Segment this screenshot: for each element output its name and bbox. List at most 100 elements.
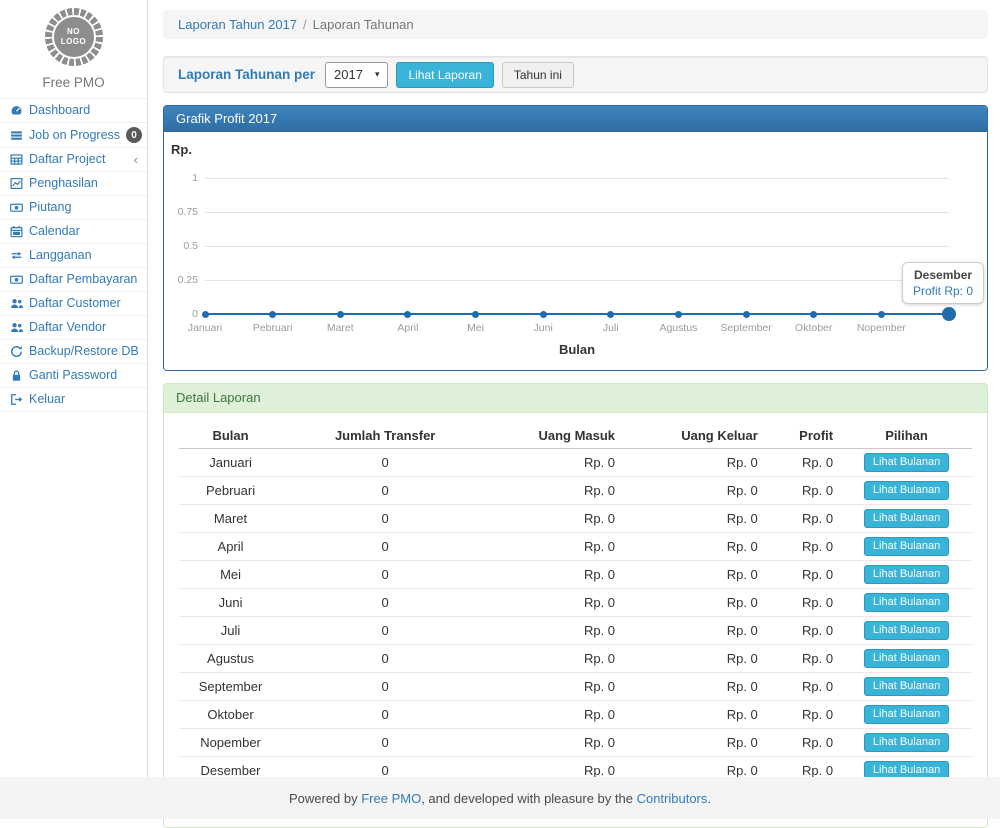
cell-uang_keluar: Rp. 0 (623, 617, 766, 645)
data-point-desember[interactable] (942, 307, 956, 321)
cell-uang_keluar: Rp. 0 (623, 477, 766, 505)
cell-profit: Rp. 0 (766, 589, 841, 617)
lihat-bulanan-button-april[interactable]: Lihat Bulanan (864, 537, 949, 556)
count-badge: 0 (126, 127, 142, 143)
cell-profit: Rp. 0 (766, 729, 841, 757)
cell-uang_masuk: Rp. 0 (488, 477, 623, 505)
sidebar-item-label: Job on Progress (29, 128, 120, 143)
sidebar-item-label: Daftar Project (29, 152, 105, 167)
cell-uang_keluar: Rp. 0 (623, 561, 766, 589)
sidebar-item-backup-restore-db[interactable]: Backup/Restore DB (0, 339, 147, 363)
report-filter-bar: Laporan Tahunan per 2017 ▾ Lihat Laporan… (163, 56, 988, 93)
sidebar-item-calendar[interactable]: Calendar (0, 219, 147, 243)
sidebar-item-daftar-pembayaran[interactable]: Daftar Pembayaran (0, 267, 147, 291)
year-select[interactable]: 2017 ▾ (325, 62, 388, 88)
cell-bulan: Nopember (179, 729, 282, 757)
data-point-agustus[interactable] (675, 311, 682, 318)
y-tick-label: 1 (164, 172, 198, 184)
sidebar-item-daftar-project[interactable]: Daftar Project‹ (0, 147, 147, 171)
sidebar-item-label: Daftar Customer (29, 296, 121, 311)
chart-panel-title: Grafik Profit 2017 (164, 106, 987, 132)
cell-pilihan: Lihat Bulanan (841, 533, 972, 561)
users-icon (9, 297, 23, 310)
lihat-bulanan-button-agustus[interactable]: Lihat Bulanan (864, 649, 949, 668)
cell-bulan: September (179, 673, 282, 701)
brand-name: Free PMO (0, 75, 147, 90)
y-axis-title: Rp. (171, 142, 192, 157)
table-icon (9, 153, 23, 166)
cell-uang_keluar: Rp. 0 (623, 701, 766, 729)
lihat-bulanan-button-oktober[interactable]: Lihat Bulanan (864, 705, 949, 724)
x-axis-title: Bulan (205, 342, 949, 357)
cell-pilihan: Lihat Bulanan (841, 701, 972, 729)
cell-profit: Rp. 0 (766, 449, 841, 477)
cell-uang_keluar: Rp. 0 (623, 589, 766, 617)
cell-uang_masuk: Rp. 0 (488, 701, 623, 729)
lihat-bulanan-button-juni[interactable]: Lihat Bulanan (864, 593, 949, 612)
data-point-april[interactable] (404, 311, 411, 318)
lihat-bulanan-button-maret[interactable]: Lihat Bulanan (864, 509, 949, 528)
cell-uang_masuk: Rp. 0 (488, 561, 623, 589)
footer-link-contributors[interactable]: Contributors (637, 791, 708, 806)
gridline (205, 280, 949, 281)
table-row-september: September0Rp. 0Rp. 0Rp. 0Lihat Bulanan (179, 673, 972, 701)
detail-report-panel: Detail Laporan BulanJumlah TransferUang … (163, 383, 988, 828)
sidebar-item-job-on-progress[interactable]: Job on Progress 0 (0, 122, 147, 147)
column-header-bulan: Bulan (179, 423, 282, 449)
sidebar-item-piutang[interactable]: Piutang (0, 195, 147, 219)
sidebar-item-dashboard[interactable]: Dashboard (0, 98, 147, 122)
sidebar-item-daftar-vendor[interactable]: Daftar Vendor (0, 315, 147, 339)
lihat-bulanan-button-nopember[interactable]: Lihat Bulanan (864, 733, 949, 752)
cell-uang_keluar: Rp. 0 (623, 673, 766, 701)
data-point-september[interactable] (743, 311, 750, 318)
sidebar-item-label: Keluar (29, 392, 65, 407)
report-table: BulanJumlah TransferUang MasukUang Kelua… (179, 423, 972, 809)
lihat-bulanan-button-september[interactable]: Lihat Bulanan (864, 677, 949, 696)
footer-text-segment: Powered by (289, 791, 361, 806)
x-tick-label: Nopember (846, 322, 916, 334)
cell-bulan: Juni (179, 589, 282, 617)
cell-bulan: Januari (179, 449, 282, 477)
sidebar-item-label: Calendar (29, 224, 80, 239)
lihat-bulanan-button-januari[interactable]: Lihat Bulanan (864, 453, 949, 472)
gridline (205, 212, 949, 213)
cell-bulan: Pebruari (179, 477, 282, 505)
lihat-bulanan-button-pebruari[interactable]: Lihat Bulanan (864, 481, 949, 500)
sidebar-item-langganan[interactable]: Langganan (0, 243, 147, 267)
data-point-juni[interactable] (540, 311, 547, 318)
lihat-bulanan-button-juli[interactable]: Lihat Bulanan (864, 621, 949, 640)
table-header-row: BulanJumlah TransferUang MasukUang Kelua… (179, 423, 972, 449)
logo-gear-ring: NO LOGO (45, 8, 103, 66)
breadcrumb-link-laporan-tahun[interactable]: Laporan Tahun 2017 (178, 17, 297, 32)
x-tick-label: Juni (508, 322, 578, 334)
logo-text-line1: NO (67, 27, 80, 37)
footer-text: Powered by Free PMO, and developed with … (289, 791, 711, 806)
breadcrumb: Laporan Tahun 2017/Laporan Tahunan (163, 10, 988, 39)
sidebar-item-keluar[interactable]: Keluar (0, 387, 147, 412)
footer-link-free-pmo[interactable]: Free PMO (361, 791, 421, 806)
table-row-oktober: Oktober0Rp. 0Rp. 0Rp. 0Lihat Bulanan (179, 701, 972, 729)
cell-bulan: Mei (179, 561, 282, 589)
table-row-januari: Januari0Rp. 0Rp. 0Rp. 0Lihat Bulanan (179, 449, 972, 477)
cell-uang_keluar: Rp. 0 (623, 505, 766, 533)
data-point-mei[interactable] (472, 311, 479, 318)
lihat-laporan-button[interactable]: Lihat Laporan (396, 62, 493, 88)
lihat-bulanan-button-mei[interactable]: Lihat Bulanan (864, 565, 949, 584)
sidebar-item-daftar-customer[interactable]: Daftar Customer (0, 291, 147, 315)
data-point-maret[interactable] (337, 311, 344, 318)
sidebar-item-ganti-password[interactable]: Ganti Password (0, 363, 147, 387)
tahun-ini-button[interactable]: Tahun ini (502, 62, 574, 88)
data-point-oktober[interactable] (810, 311, 817, 318)
cell-pilihan: Lihat Bulanan (841, 673, 972, 701)
tooltip-month: Desember (913, 268, 973, 282)
cell-jumlah_transfer: 0 (282, 673, 488, 701)
sidebar-item-penghasilan[interactable]: Penghasilan (0, 171, 147, 195)
cell-jumlah_transfer: 0 (282, 617, 488, 645)
cell-bulan: Oktober (179, 701, 282, 729)
data-point-pebruari[interactable] (269, 311, 276, 318)
data-point-januari[interactable] (202, 311, 209, 318)
y-tick-label: 0.75 (164, 206, 198, 218)
data-point-juli[interactable] (607, 311, 614, 318)
x-tick-label: Maret (305, 322, 375, 334)
data-point-nopember[interactable] (878, 311, 885, 318)
